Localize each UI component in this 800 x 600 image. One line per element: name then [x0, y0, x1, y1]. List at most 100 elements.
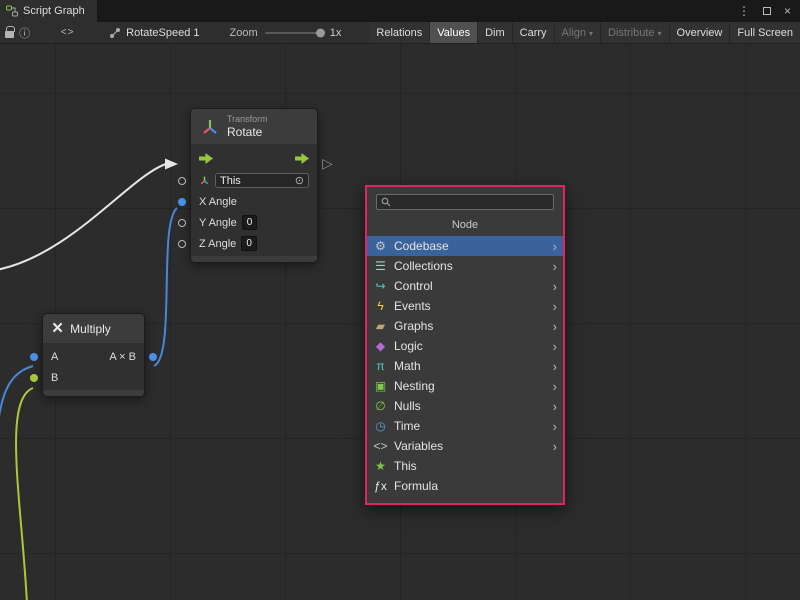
chevron-right-icon: › [553, 339, 557, 354]
null-icon: ∅ [373, 399, 388, 413]
kebab-menu-icon[interactable]: ⋮ [738, 4, 750, 18]
this-object-field[interactable]: This ⊙ [215, 173, 309, 188]
finder-list: ⚙Codebase›☰Collections›↪Control›ϟEvents›… [367, 236, 563, 503]
flow-out-arrow-icon[interactable] [295, 153, 309, 164]
z-angle-label: Z Angle [199, 238, 236, 250]
lightning-icon: ϟ [373, 299, 388, 313]
variables-icon: <> [373, 439, 388, 453]
finder-item-label: Codebase [394, 239, 449, 253]
nesting-icon: ▣ [373, 379, 388, 393]
flow-in-arrow-icon[interactable] [199, 153, 213, 164]
finder-item-collections[interactable]: ☰Collections› [367, 256, 563, 276]
transform-rotate-node[interactable]: Transform Rotate This ⊙ [190, 108, 318, 263]
this-input-port[interactable] [178, 177, 186, 185]
finder-item-label: Formula [394, 479, 438, 493]
finder-search-box[interactable] [376, 194, 554, 210]
chevron-right-icon: › [553, 239, 557, 254]
toolbar-button-overview[interactable]: Overview [669, 22, 730, 44]
z-angle-input-port[interactable] [178, 240, 186, 248]
lock-icon [5, 31, 14, 38]
maximize-icon[interactable] [763, 7, 771, 15]
unconnected-flow-triangle-icon: ▷ [322, 156, 333, 170]
finder-item-math[interactable]: πMath› [367, 356, 563, 376]
finder-item-label: Collections [394, 259, 453, 273]
node-body: This ⊙ X Angle Y Angle 0 Z Angle 0 [191, 144, 317, 256]
output-label: A × B [109, 351, 136, 363]
finder-item-label: Control [394, 279, 433, 293]
multiply-node[interactable]: × Multiply A A × B B [42, 313, 145, 397]
tab-script-graph[interactable]: Script Graph [0, 0, 97, 22]
info-button[interactable]: ⓘ [17, 22, 32, 44]
a-input-port[interactable] [30, 353, 38, 361]
x-angle-input-port[interactable] [178, 198, 186, 206]
product-output-port[interactable] [149, 353, 157, 361]
search-icon [381, 197, 391, 207]
zoom-value: 1x [330, 27, 342, 39]
node-header[interactable]: × Multiply [43, 314, 144, 343]
lock-button[interactable] [2, 22, 17, 44]
toolbar-button-relations[interactable]: Relations [369, 22, 429, 44]
a-row: A A × B [43, 346, 144, 367]
y-angle-input-port[interactable] [178, 219, 186, 227]
graph-toolbar: ⓘ <> RotateSpeed 1 Zoom 1x RelationsValu… [0, 22, 800, 44]
finder-item-graphs[interactable]: ▰Graphs› [367, 316, 563, 336]
folder-icon: ▰ [373, 319, 388, 333]
finder-header: Node [367, 212, 563, 236]
node-header[interactable]: Transform Rotate [191, 109, 317, 144]
finder-search-input[interactable] [395, 196, 549, 209]
b-input-port[interactable] [30, 374, 38, 382]
finder-item-logic[interactable]: ◆Logic› [367, 336, 563, 356]
logic-icon: ◆ [373, 339, 388, 353]
this-field-value: This [220, 175, 241, 187]
finder-item-variables[interactable]: <>Variables› [367, 436, 563, 456]
clock-icon: ◷ [373, 419, 388, 433]
flow-wire[interactable] [0, 164, 166, 270]
star-icon: ★ [373, 459, 388, 473]
object-picker-icon[interactable]: ⊙ [295, 174, 304, 187]
graph-icon [109, 27, 121, 39]
value-wire-to-b[interactable] [16, 388, 33, 600]
zoom-label: Zoom [230, 27, 258, 39]
finder-item-label: Variables [394, 439, 443, 453]
flow-row [191, 147, 317, 170]
zoom-slider[interactable] [265, 32, 323, 34]
transform-mini-icon [199, 175, 210, 186]
finder-item-events[interactable]: ϟEvents› [367, 296, 563, 316]
finder-item-control[interactable]: ↪Control› [367, 276, 563, 296]
y-angle-label: Y Angle [199, 217, 237, 229]
z-angle-value-field[interactable]: 0 [241, 236, 257, 251]
y-angle-value-field[interactable]: 0 [242, 215, 258, 230]
script-graph-icon [6, 5, 18, 17]
toolbar-button-dim[interactable]: Dim [477, 22, 512, 44]
finder-item-formula[interactable]: ƒxFormula [367, 476, 563, 496]
close-icon[interactable]: × [784, 4, 791, 18]
toolbar-button-values[interactable]: Values [429, 22, 477, 44]
code-view-button[interactable]: <> [60, 22, 75, 44]
toolbar-button-carry[interactable]: Carry [512, 22, 554, 44]
chevron-right-icon: › [553, 399, 557, 414]
finder-item-time[interactable]: ◷Time› [367, 416, 563, 436]
chevron-right-icon: › [553, 419, 557, 434]
value-wire-multiply-to-xangle[interactable] [154, 208, 177, 366]
node-title: Rotate [227, 125, 268, 139]
finder-item-nesting[interactable]: ▣Nesting› [367, 376, 563, 396]
graph-canvas[interactable]: Transform Rotate This ⊙ [0, 44, 800, 600]
fuzzy-finder: Node ⚙Codebase›☰Collections›↪Control›ϟEv… [365, 185, 565, 505]
toolbar-button-distribute[interactable]: Distribute▾ [600, 22, 668, 44]
finder-item-nulls[interactable]: ∅Nulls› [367, 396, 563, 416]
multiply-icon: × [52, 319, 63, 338]
node-body: A A × B B [43, 343, 144, 390]
code-icon: <> [61, 27, 75, 38]
graph-breadcrumb[interactable]: RotateSpeed 1 [109, 27, 199, 39]
toolbar-button-full-screen[interactable]: Full Screen [729, 22, 800, 44]
chevron-right-icon: › [553, 319, 557, 334]
toolbar-button-align[interactable]: Align▾ [554, 22, 600, 44]
finder-item-this[interactable]: ★This [367, 456, 563, 476]
finder-item-codebase[interactable]: ⚙Codebase› [367, 236, 563, 256]
transform-icon [200, 117, 220, 137]
chevron-right-icon: › [553, 299, 557, 314]
zoom-slider-handle[interactable] [316, 28, 325, 37]
x-angle-row: X Angle [191, 191, 317, 212]
dropdown-caret-icon: ▾ [589, 29, 593, 38]
node-footer [43, 390, 144, 396]
